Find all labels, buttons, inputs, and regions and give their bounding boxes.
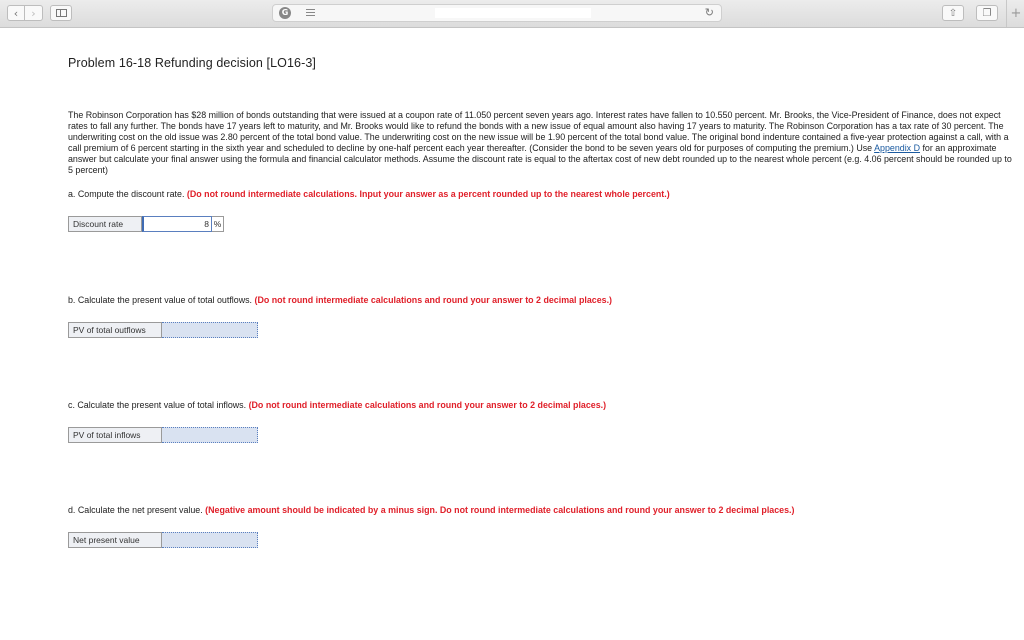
question-c: c. Calculate the present value of total … <box>68 400 606 411</box>
npv-input[interactable] <box>162 532 258 548</box>
discount-rate-input[interactable]: 8 <box>142 216 212 232</box>
appendix-link[interactable]: Appendix D <box>874 143 920 153</box>
url-text[interactable] <box>435 8 591 18</box>
question-prompt: b. Calculate the present value of total … <box>68 295 255 305</box>
answer-label: PV of total outflows <box>68 322 162 338</box>
question-prompt: a. Compute the discount rate. <box>68 189 187 199</box>
question-d: d. Calculate the net present value. (Neg… <box>68 505 794 516</box>
answer-label: Net present value <box>68 532 162 548</box>
question-prompt: c. Calculate the present value of total … <box>68 400 249 410</box>
page-title: Problem 16-18 Refunding decision [LO16-3… <box>68 56 316 70</box>
reload-icon[interactable]: ↻ <box>705 6 714 19</box>
answer-label: PV of total inflows <box>68 427 162 443</box>
answer-row-npv: Net present value <box>68 532 258 548</box>
question-a: a. Compute the discount rate. (Do not ro… <box>68 189 670 200</box>
sidebar-button[interactable] <box>50 5 72 21</box>
plus-icon[interactable]: + <box>1006 0 1024 27</box>
sidebar-icon <box>55 9 67 17</box>
question-instruction: (Do not round intermediate calculations.… <box>186 189 670 199</box>
answer-row-pv-inflows: PV of total inflows <box>68 427 258 443</box>
question-instruction: (Negative amount should be indicated by … <box>205 505 795 515</box>
browser-toolbar: ‹ › G ↻ ⇧ ❐ + <box>0 0 1024 28</box>
problem-text-part-1: The Robinson Corporation has $28 million… <box>68 110 1009 153</box>
answer-row-discount-rate: Discount rate 8 % <box>68 216 224 232</box>
question-instruction: (Do not round intermediate calculations … <box>254 295 613 305</box>
pv-outflows-input[interactable] <box>162 322 258 338</box>
problem-statement: The Robinson Corporation has $28 million… <box>68 110 1013 176</box>
address-bar[interactable]: G ↻ <box>272 4 722 22</box>
question-prompt: d. Calculate the net present value. <box>68 505 206 515</box>
tabs-icon[interactable]: ❐ <box>976 5 998 21</box>
question-instruction: (Do not round intermediate calculations … <box>248 400 607 410</box>
question-b: b. Calculate the present value of total … <box>68 295 612 306</box>
answer-label: Discount rate <box>68 216 142 232</box>
chevron-left-icon[interactable]: ‹ <box>7 5 25 21</box>
reader-icon[interactable] <box>306 9 315 17</box>
nav-buttons: ‹ › <box>7 5 43 21</box>
percent-unit: % <box>212 216 224 232</box>
shield-icon[interactable]: G <box>279 7 291 19</box>
pv-inflows-input[interactable] <box>162 427 258 443</box>
answer-row-pv-outflows: PV of total outflows <box>68 322 258 338</box>
chevron-right-icon[interactable]: › <box>25 5 43 21</box>
share-icon[interactable]: ⇧ <box>942 5 964 21</box>
